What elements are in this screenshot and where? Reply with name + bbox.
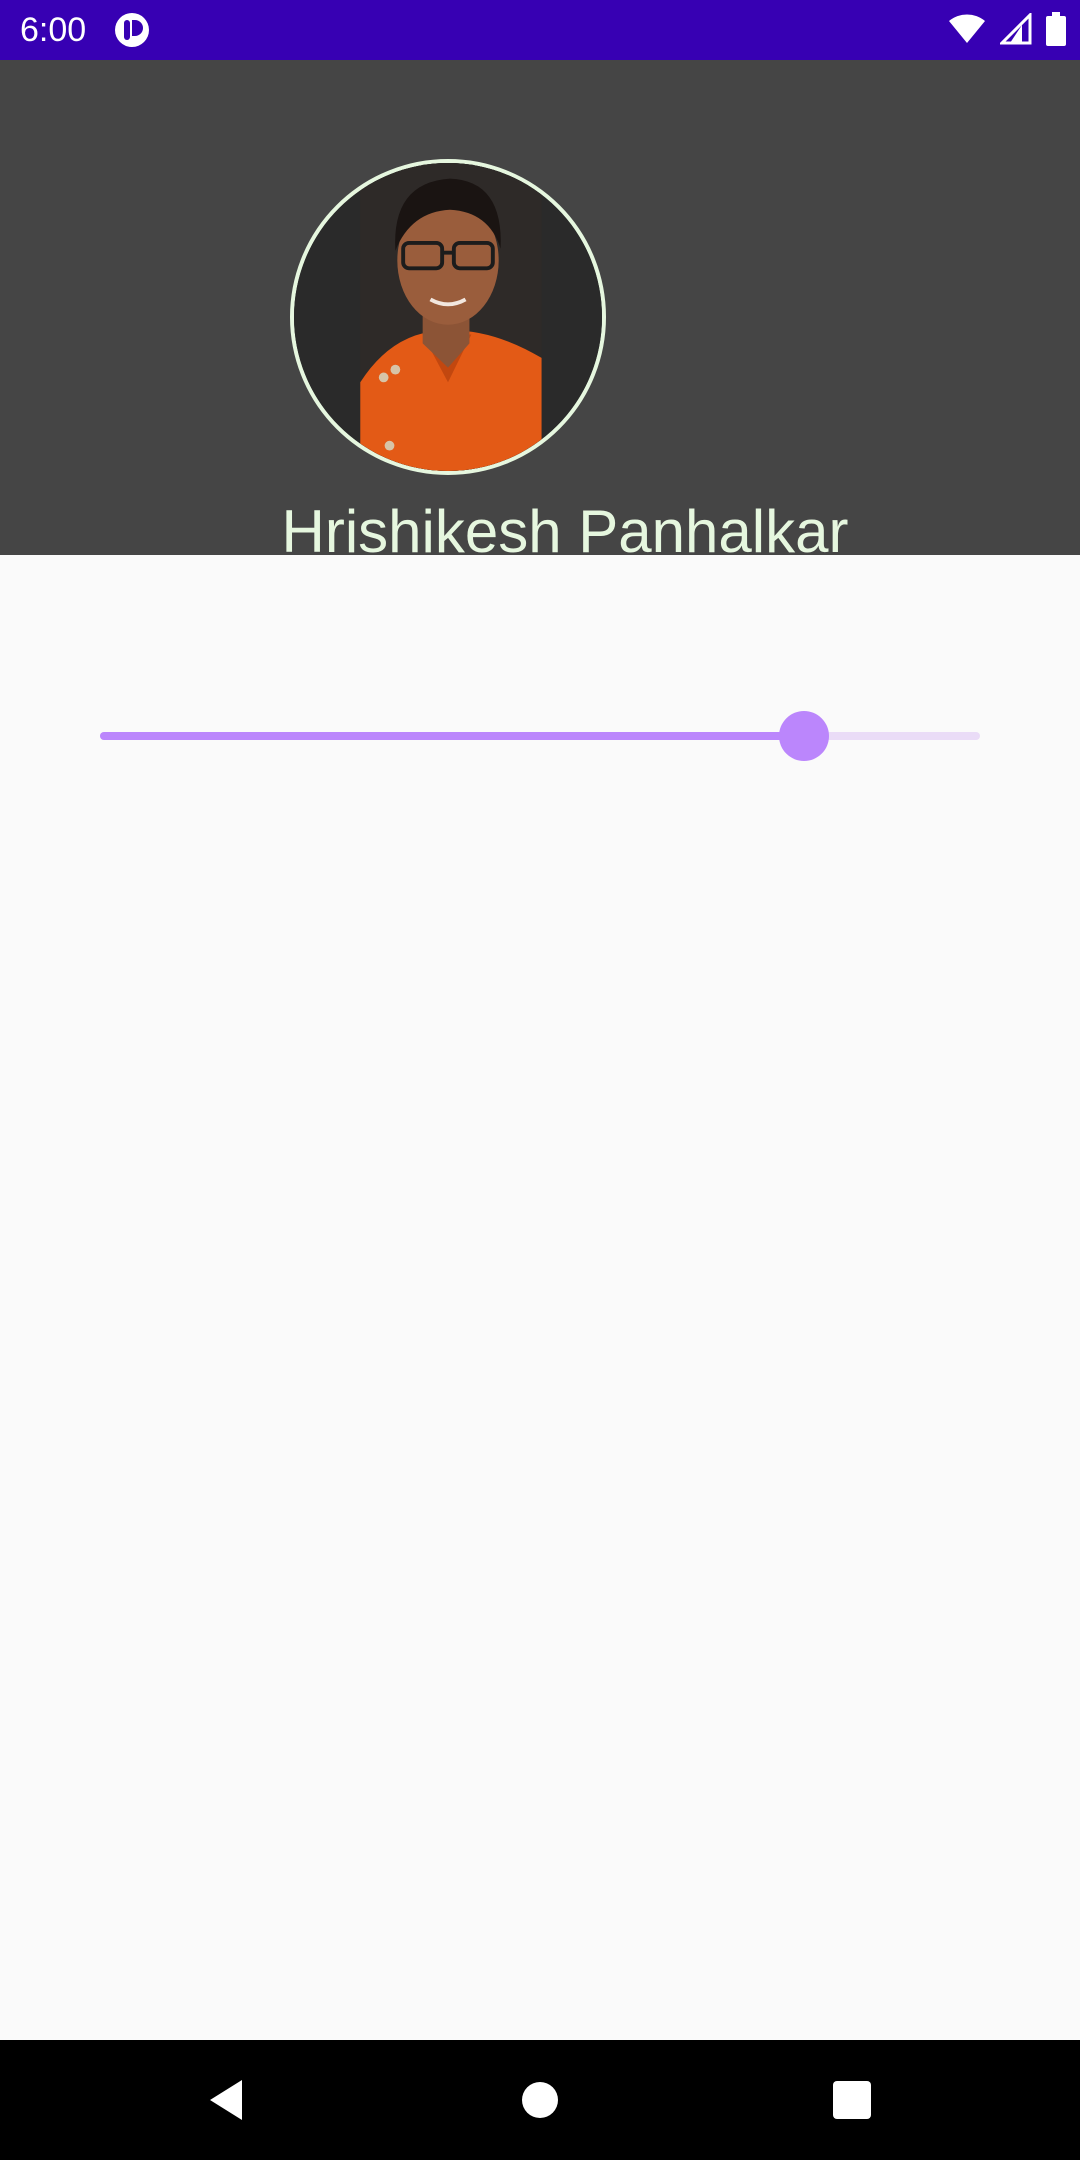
status-icons [948, 11, 1066, 51]
home-icon[interactable] [516, 2076, 564, 2124]
slider[interactable] [100, 700, 980, 772]
signal-icon [998, 11, 1032, 50]
profile-name: Hrishikesh Panhalkar [281, 498, 849, 565]
avatar[interactable] [290, 159, 606, 475]
profile-header: Hrishikesh Panhalkar [0, 60, 1080, 565]
avatar-photo [294, 163, 602, 471]
navigation-bar [0, 2040, 1080, 2160]
back-icon[interactable] [204, 2076, 252, 2124]
slider-fill [100, 732, 804, 740]
slider-thumb[interactable] [779, 711, 829, 761]
wifi-icon [948, 13, 986, 50]
status-time: 6:00 [20, 11, 87, 49]
status-bar: 6:00 [0, 0, 1080, 60]
recents-icon[interactable] [828, 2076, 876, 2124]
battery-icon [1046, 12, 1066, 51]
notification-app-icon [114, 12, 150, 53]
